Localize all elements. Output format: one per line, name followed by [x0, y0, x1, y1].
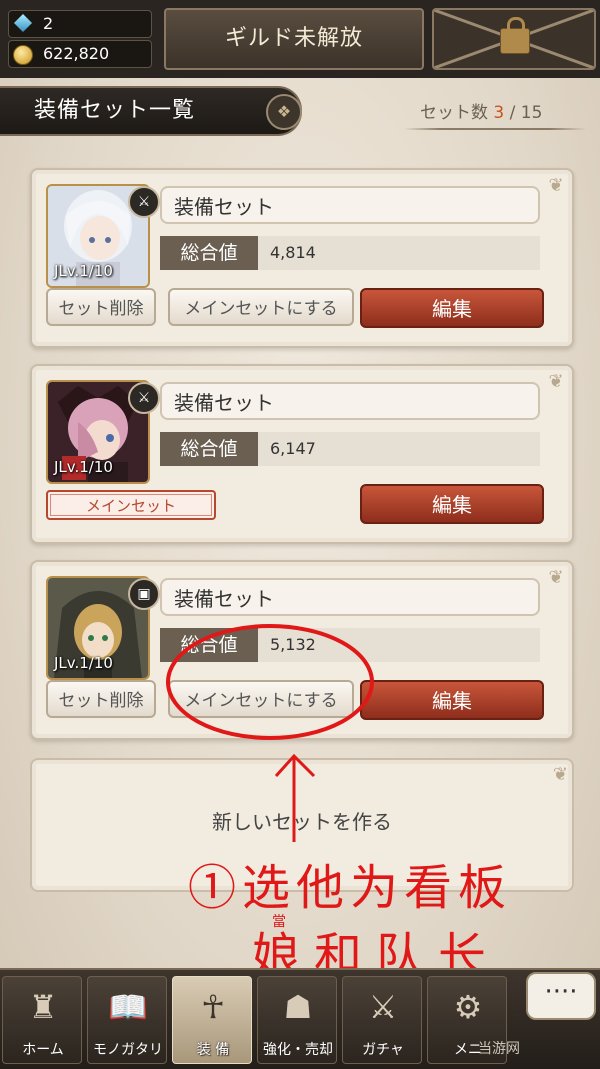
set-count-separator: /: [509, 103, 516, 123]
total-stat-row: 総合値 6,147: [160, 432, 540, 466]
set-count-label: セット数: [420, 103, 488, 123]
annotation-text: ①选他为看板: [188, 860, 513, 916]
equipment-set-card: ❦ ⚔ JLv.1/10 装備セット 総合値 6,147 メインセット 編集: [30, 364, 574, 544]
nav-label: 強化・売却: [263, 1042, 333, 1058]
set-name: 装備セット: [160, 186, 540, 224]
nav-home[interactable]: ♜ ホーム: [2, 976, 82, 1064]
delete-set-button[interactable]: セット削除: [46, 680, 156, 718]
total-stat-value: 6,147: [270, 439, 316, 458]
set-count-max: 15: [520, 103, 543, 123]
book-icon: 📖: [108, 988, 148, 1026]
equipment-set-card: ❦ ▣ JLv.1/10 装備セット 総合値 5,132 セット削除 メインセッ…: [30, 560, 574, 740]
emblem-icon: ❖: [266, 94, 302, 130]
set-count-current: 3: [493, 103, 505, 123]
gears-icon: ⚙: [453, 988, 483, 1026]
locked-feature-button[interactable]: [432, 8, 596, 70]
top-bar: 2 622,820 ギルド未解放: [0, 0, 600, 78]
lock-icon: [500, 17, 530, 54]
nav-gacha[interactable]: ⚔ ガチャ: [342, 976, 422, 1064]
book-icon: ▣: [128, 578, 160, 610]
nav-label: ホーム: [22, 1042, 64, 1058]
edit-button[interactable]: 編集: [360, 680, 544, 720]
delete-set-button[interactable]: セット削除: [46, 288, 156, 326]
gem-count: 2: [43, 14, 54, 33]
gold-coin-icon: [13, 45, 33, 65]
corner-ornament-icon: ❦: [548, 175, 564, 196]
castle-icon: ♜: [28, 988, 58, 1026]
edit-button[interactable]: 編集: [360, 288, 544, 328]
nav-label: 装 備: [196, 1042, 230, 1058]
set-count: セット数 3 / 15: [420, 98, 542, 123]
mask-icon: ☗: [283, 988, 313, 1026]
job-level: JLv.1/10: [54, 654, 113, 672]
sword-icon: ⚔: [128, 186, 160, 218]
total-stat-row: 総合値 5,132: [160, 628, 540, 662]
nav-story[interactable]: 📖 モノガタリ: [87, 976, 167, 1064]
sword-icon: ⚔: [128, 382, 160, 414]
nav-label: モノガタリ: [93, 1042, 163, 1058]
total-stat-row: 総合値 4,814: [160, 236, 540, 270]
guild-button[interactable]: ギルド未解放: [164, 8, 424, 70]
divider: [404, 128, 586, 130]
swords-icon: ⚔: [368, 988, 398, 1026]
gem-icon: [13, 13, 33, 33]
gold-amount: 622,820: [43, 44, 110, 63]
total-stat-label: 総合値: [160, 236, 258, 270]
corner-ornament-icon: ❦: [548, 567, 564, 588]
nav-enhance-sell[interactable]: ☗ 強化・売却: [257, 976, 337, 1064]
total-stat-label: 総合値: [160, 628, 258, 662]
puppet-icon: ☥: [201, 988, 225, 1026]
job-level: JLv.1/10: [54, 262, 113, 280]
total-stat-value: 5,132: [270, 635, 316, 654]
job-level: JLv.1/10: [54, 458, 113, 476]
set-name: 装備セット: [160, 382, 540, 420]
corner-ornament-icon: ❦: [548, 371, 564, 392]
total-stat-label: 総合値: [160, 432, 258, 466]
chat-button[interactable]: ····: [526, 972, 596, 1020]
main-set-badge: メインセット: [46, 490, 216, 520]
gold-counter: 622,820: [8, 40, 152, 68]
total-stat-value: 4,814: [270, 243, 316, 262]
set-name: 装備セット: [160, 578, 540, 616]
page-title-plate: 装備セット一覧 ❖: [0, 86, 302, 136]
corner-ornament-icon: ❦: [552, 764, 568, 785]
nav-label: ガチャ: [362, 1042, 404, 1058]
new-set-label: 新しいセットを作る: [212, 810, 392, 834]
set-as-main-button[interactable]: メインセットにする: [168, 680, 354, 718]
equipment-set-card: ❦ ⚔ JLv.1/10 装備セット 総合値 4,814 セット削除 メインセッ…: [30, 168, 574, 348]
watermark: 当游网: [478, 1041, 520, 1057]
page-title: 装備セット一覧: [34, 98, 196, 123]
gem-counter: 2: [8, 10, 152, 38]
set-as-main-button[interactable]: メインセットにする: [168, 288, 354, 326]
edit-button[interactable]: 編集: [360, 484, 544, 524]
nav-equipment[interactable]: ☥ 装 備: [172, 976, 252, 1064]
